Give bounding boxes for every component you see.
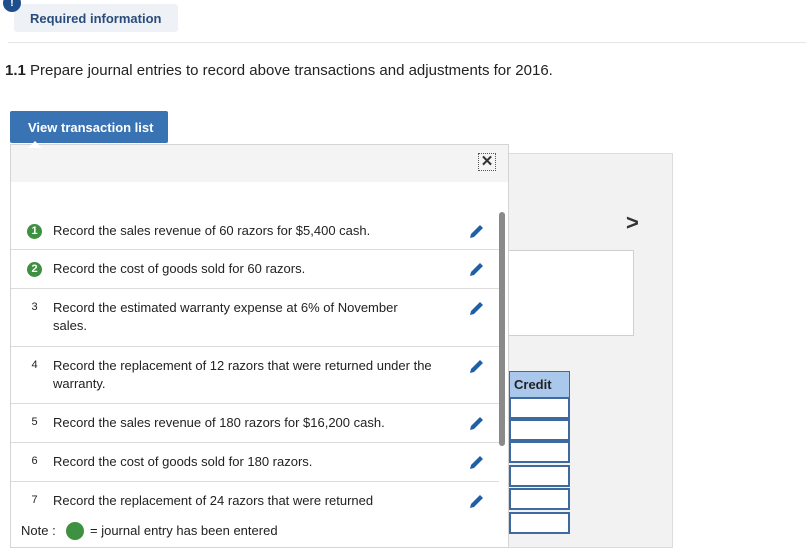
item-text: Record the sales revenue of 60 razors fo… — [53, 223, 371, 238]
credit-input[interactable] — [509, 512, 570, 534]
scrollbar[interactable] — [499, 212, 505, 446]
list-item[interactable]: 4 Record the replacement of 12 razors th… — [11, 347, 499, 404]
edit-pencil-icon[interactable] — [467, 300, 485, 318]
credit-input[interactable] — [509, 441, 570, 463]
edit-pencil-icon[interactable] — [467, 493, 485, 511]
edit-pencil-icon[interactable] — [467, 358, 485, 376]
credit-input[interactable] — [509, 397, 570, 419]
next-arrow-icon[interactable]: > — [626, 210, 639, 236]
item-number: 6 — [31, 455, 38, 467]
credit-column-header: Credit — [509, 371, 570, 398]
popup-caret — [28, 141, 42, 148]
popup-header: ✕ — [11, 145, 508, 182]
question-prompt: 1.1 Prepare journal entries to record ab… — [5, 62, 553, 79]
list-item[interactable]: 3 Record the estimated warranty expense … — [11, 289, 499, 347]
item-text: Record the cost of goods sold for 180 ra… — [53, 454, 313, 469]
view-transaction-list-button[interactable]: View transaction list — [10, 111, 168, 143]
credit-input[interactable] — [509, 419, 570, 441]
list-item[interactable]: 5 Record the sales revenue of 180 razors… — [11, 404, 499, 443]
item-number: 3 — [31, 301, 38, 313]
journal-entry-box — [498, 250, 634, 336]
list-item[interactable]: 2 Record the cost of goods sold for 60 r… — [11, 250, 499, 289]
edit-pencil-icon[interactable] — [467, 415, 485, 433]
item-text: Record the replacement of 24 razors that… — [53, 493, 374, 508]
legend-note: Note : = journal entry has been entered — [11, 514, 508, 547]
edit-pencil-icon[interactable] — [467, 261, 485, 279]
question-text: Prepare journal entries to record above … — [30, 62, 553, 79]
divider — [8, 42, 806, 43]
transaction-list-popup: ✕ 1 Record the sales revenue of 60 razor… — [10, 144, 509, 548]
item-text: Record the sales revenue of 180 razors f… — [53, 415, 385, 430]
item-text: Record the cost of goods sold for 60 raz… — [53, 261, 306, 276]
transaction-list: 1 Record the sales revenue of 60 razors … — [11, 215, 499, 522]
credit-input[interactable] — [509, 465, 570, 487]
required-information-label[interactable]: Required information — [14, 4, 178, 32]
edit-pencil-icon[interactable] — [467, 223, 485, 241]
item-text: Record the replacement of 12 razors that… — [53, 358, 432, 391]
note-text: = journal entry has been entered — [90, 523, 278, 538]
item-number-badge: 1 — [27, 224, 42, 239]
item-number: 7 — [31, 494, 38, 506]
item-number: 5 — [31, 416, 38, 428]
list-item[interactable]: 6 Record the cost of goods sold for 180 … — [11, 443, 499, 482]
list-item[interactable]: 1 Record the sales revenue of 60 razors … — [11, 215, 499, 250]
credit-input[interactable] — [509, 488, 570, 510]
close-icon[interactable]: ✕ — [478, 153, 496, 171]
entered-indicator-icon — [66, 522, 84, 540]
item-text: Record the estimated warranty expense at… — [53, 300, 398, 333]
item-number-badge: 2 — [27, 262, 42, 277]
question-number: 1.1 — [5, 62, 26, 79]
note-label: Note : — [21, 523, 56, 538]
item-number: 4 — [31, 359, 38, 371]
edit-pencil-icon[interactable] — [467, 454, 485, 472]
